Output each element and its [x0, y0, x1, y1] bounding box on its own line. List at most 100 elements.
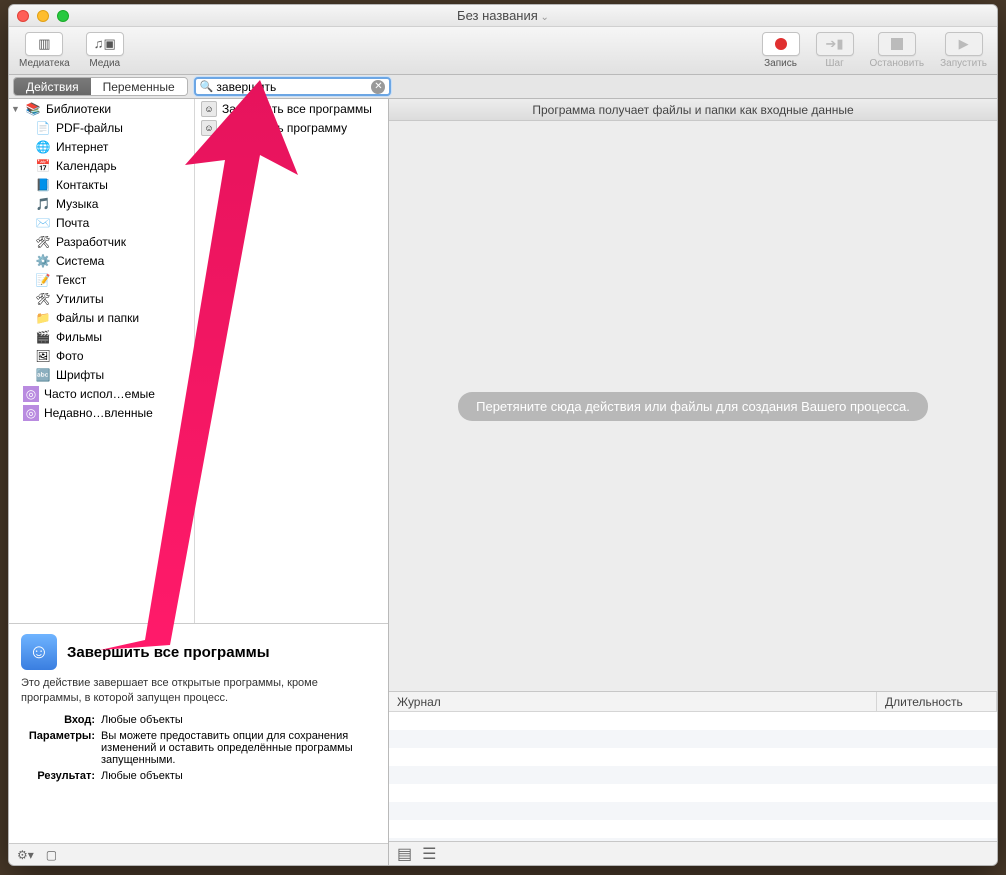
category-icon: ⚙️	[35, 253, 51, 269]
category-icon: 🛠	[35, 234, 51, 250]
workflow-placeholder-text: Перетяните сюда действия или файлы для с…	[458, 392, 928, 421]
action-search-input[interactable]	[216, 80, 371, 94]
library-root[interactable]: ▼📚Библиотеки	[9, 99, 194, 118]
category-label: Шрифты	[56, 368, 104, 382]
category-item[interactable]: 🎬 Фильмы	[9, 327, 194, 346]
detail-summary: Это действие завершает все открытые прог…	[21, 676, 376, 706]
toolbar: ▥ Медиатека ♫▣ Медиа Запись ➔▮ Шаг Остан…	[9, 27, 997, 75]
record-button[interactable]: Запись	[762, 32, 800, 69]
variables-tab[interactable]: Переменные	[91, 78, 187, 95]
close-window-button[interactable]	[17, 10, 29, 22]
library-footer: ⚙︎▾ ▢	[9, 843, 388, 865]
category-label: Фото	[56, 349, 84, 363]
category-icon: 📝	[35, 272, 51, 288]
action-result-item[interactable]: ☺ Завершить все программы	[195, 99, 388, 118]
category-item[interactable]: 📁 Файлы и папки	[9, 308, 194, 327]
media-button[interactable]: ♫▣ Медиа	[86, 32, 124, 69]
action-search-field[interactable]: 🔍 ✕	[194, 77, 392, 96]
library-panel: ▼📚Библиотеки📄PDF-файлы🌐Интернет📅Календар…	[9, 99, 389, 865]
window-title: Без названия	[9, 8, 997, 23]
stop-button[interactable]: Остановить	[870, 32, 925, 69]
finder-icon: ☺	[21, 634, 57, 670]
detail-value: Вы можете предоставить опции для сохране…	[101, 730, 376, 766]
gear-menu-button[interactable]: ⚙︎▾	[17, 848, 34, 862]
category-item[interactable]: 🌐Интернет	[9, 137, 194, 156]
category-label: Система	[56, 254, 104, 268]
app-window: Без названия ▥ Медиатека ♫▣ Медиа Запись…	[8, 4, 998, 866]
category-item[interactable]: 📅Календарь	[9, 156, 194, 175]
sidebar-icon: ▥	[38, 36, 50, 52]
view-workflow-button[interactable]: ▤	[397, 844, 412, 864]
workflow-input-header[interactable]: Программа получает файлы и папки как вхо…	[389, 99, 997, 121]
category-item[interactable]: 🎵Музыка	[9, 194, 194, 213]
smart-folder-item[interactable]: ◎Часто испол…емые	[9, 384, 194, 403]
search-icon: 🔍	[200, 80, 214, 93]
action-result-item[interactable]: ☺ Завершить программу	[195, 118, 388, 137]
detail-key: Параметры:	[21, 730, 101, 766]
smart-folder-label: Недавно…вленные	[44, 406, 153, 420]
category-label: Музыка	[56, 197, 98, 211]
action-detail-panel: ☺ Завершить все программы Это действие з…	[9, 623, 388, 843]
step-icon: ➔▮	[826, 36, 844, 52]
category-item[interactable]: ✉️Почта	[9, 213, 194, 232]
category-label: Разработчик	[56, 235, 126, 249]
detail-value: Любые объекты	[101, 770, 376, 782]
smart-folder-icon: ◎	[23, 386, 39, 402]
category-label: Почта	[56, 216, 89, 230]
category-item[interactable]: 🔤 Шрифты	[9, 365, 194, 384]
category-label: PDF-файлы	[56, 121, 123, 135]
category-label: Фильмы	[56, 330, 102, 344]
clear-search-button[interactable]: ✕	[371, 80, 385, 94]
category-icon: 📘	[35, 177, 51, 193]
step-button[interactable]: ➔▮ Шаг	[816, 32, 854, 69]
titlebar: Без названия	[9, 5, 997, 27]
log-panel: Журнал Длительность	[389, 691, 997, 841]
detail-row: Вход:Любые объекты	[21, 714, 376, 726]
category-label: Интернет	[56, 140, 108, 154]
category-icon: 📁	[35, 310, 51, 326]
action-label: Завершить все программы	[222, 102, 372, 116]
zoom-window-button[interactable]	[57, 10, 69, 22]
category-item[interactable]: 🛠 Разработчик	[9, 232, 194, 251]
category-list[interactable]: ▼📚Библиотеки📄PDF-файлы🌐Интернет📅Календар…	[9, 99, 195, 623]
category-item[interactable]: 📘 Контакты	[9, 175, 194, 194]
play-icon: ▶	[959, 36, 969, 52]
expand-detail-button[interactable]: ▢	[46, 848, 57, 862]
category-icon: 📅	[35, 158, 51, 174]
workflow-canvas[interactable]: Перетяните сюда действия или файлы для с…	[389, 121, 997, 691]
media-library-button[interactable]: ▥ Медиатека	[19, 32, 70, 69]
category-item[interactable]: 📄PDF-файлы	[9, 118, 194, 137]
category-icon: 🖼	[35, 348, 51, 364]
smart-folder-icon: ◎	[23, 405, 39, 421]
action-label: Завершить программу	[222, 121, 347, 135]
action-results-list[interactable]: ☺ Завершить все программы ☺ Завершить прогр…	[195, 99, 388, 623]
smart-folder-item[interactable]: ◎ Недавно…вленные	[9, 403, 194, 422]
workflow-panel: Программа получает файлы и папки как вхо…	[389, 99, 997, 865]
detail-row: Параметры:Вы можете предоставить опции д…	[21, 730, 376, 766]
category-label: Файлы и папки	[56, 311, 139, 325]
action-icon: ☺	[201, 120, 217, 136]
log-rows	[389, 712, 997, 841]
category-item[interactable]: 🖼 Фото	[9, 346, 194, 365]
log-column-message[interactable]: Журнал	[389, 692, 877, 711]
category-icon: 🔤	[35, 367, 51, 383]
category-label: Текст	[56, 273, 86, 287]
category-item[interactable]: 📝 Текст	[9, 270, 194, 289]
media-icon: ♫▣	[94, 36, 116, 52]
category-label: Контакты	[56, 178, 108, 192]
detail-value: Любые объекты	[101, 714, 376, 726]
detail-key: Результат:	[21, 770, 101, 782]
workflow-footer: ▤ ☰	[389, 841, 997, 865]
log-column-duration[interactable]: Длительность	[877, 692, 997, 711]
category-icon: 🛠	[35, 291, 51, 307]
actions-tab[interactable]: Действия	[14, 78, 91, 95]
detail-title: Завершить все программы	[67, 644, 270, 661]
category-item[interactable]: 🛠Утилиты	[9, 289, 194, 308]
view-log-button[interactable]: ☰	[422, 844, 436, 864]
action-icon: ☺	[201, 101, 217, 117]
detail-row: Результат:Любые объекты	[21, 770, 376, 782]
category-icon: 🎬	[35, 329, 51, 345]
minimize-window-button[interactable]	[37, 10, 49, 22]
category-item[interactable]: ⚙️ Система	[9, 251, 194, 270]
run-button[interactable]: ▶ Запустить	[940, 32, 987, 69]
